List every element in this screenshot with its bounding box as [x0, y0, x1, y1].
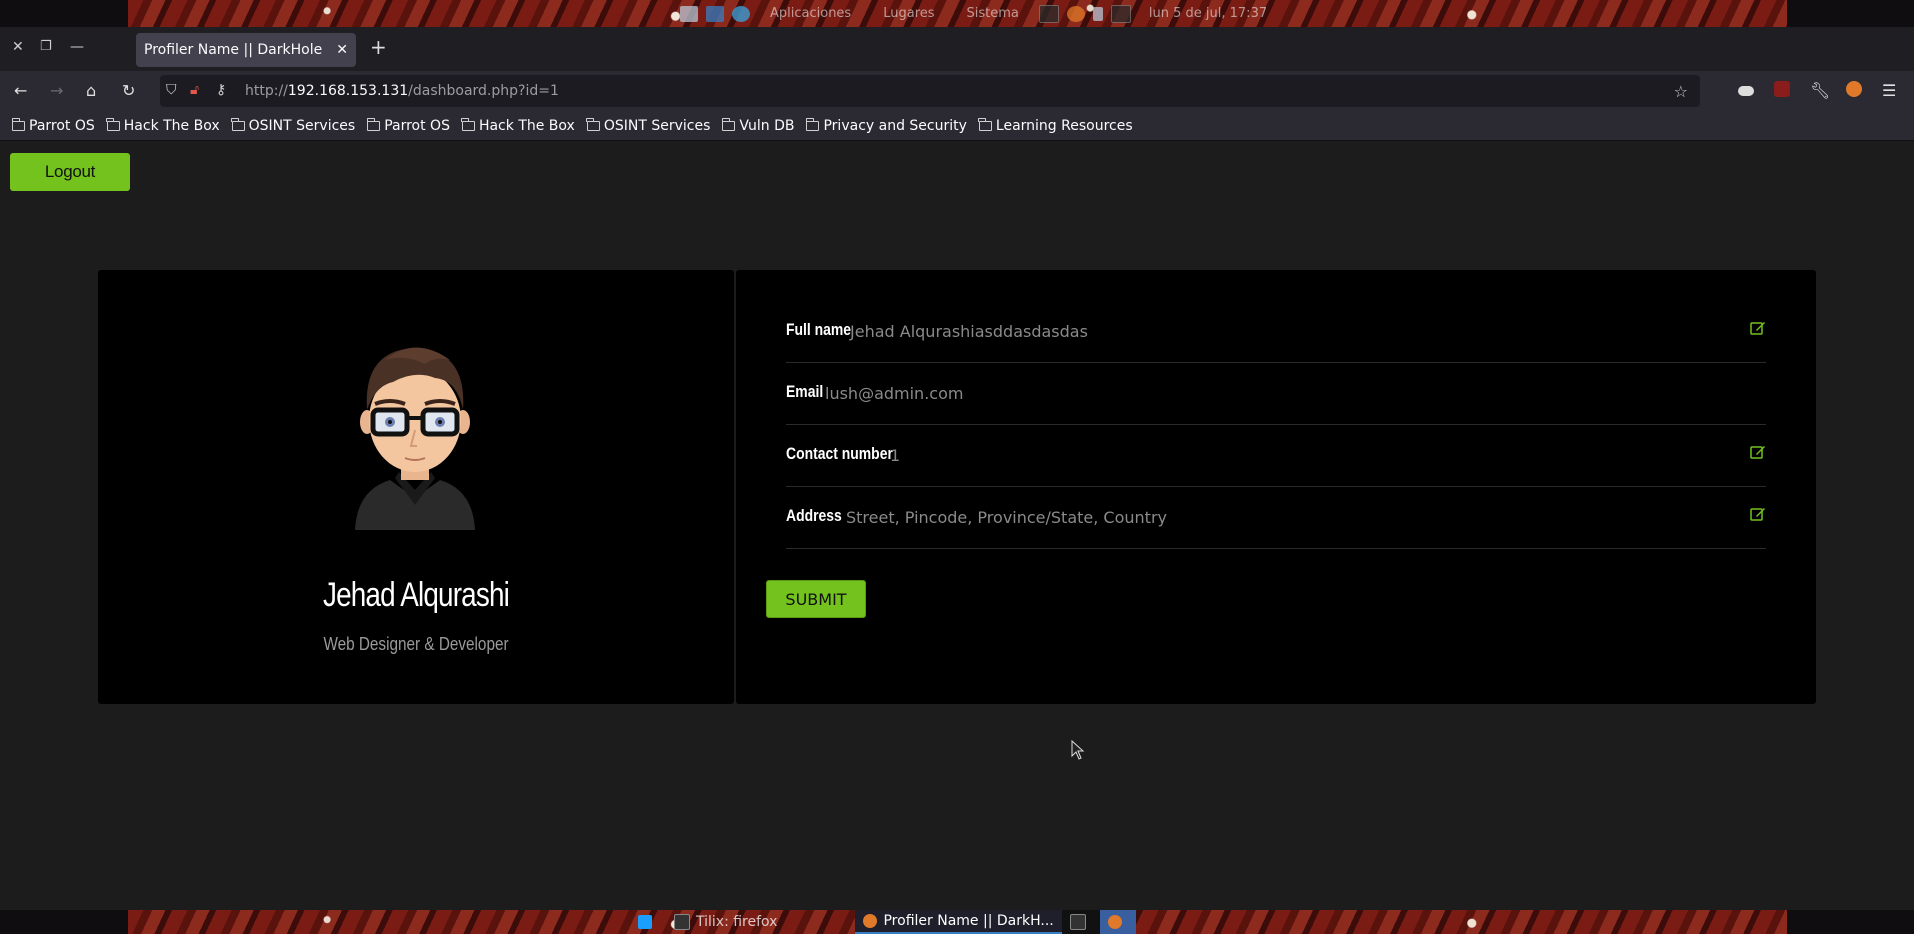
bookmark-star-icon[interactable]: ☆	[1674, 82, 1688, 101]
reload-icon[interactable]: ↻	[122, 81, 135, 100]
taskbar-item-terminal-2[interactable]	[1061, 910, 1100, 934]
bookmark-folder[interactable]: OSINT Services	[586, 117, 710, 134]
url-text[interactable]: http://192.168.153.131/dashboard.php?id=…	[245, 83, 559, 99]
key-icon[interactable]: ⚷	[216, 82, 226, 98]
tab-title: Profiler Name || DarkHole	[144, 42, 323, 58]
new-tab-icon[interactable]: +	[370, 35, 387, 59]
folder-icon	[366, 117, 381, 131]
folder-icon	[461, 117, 475, 131]
bookmark-folder[interactable]: Hack The Box	[461, 117, 575, 134]
bookmark-folder[interactable]: Privacy and Security	[805, 117, 967, 134]
folder-icon	[721, 117, 736, 131]
address-bar[interactable]: ⛉ 🔓︎ ⚷ http://192.168.153.131/dashboard.…	[160, 75, 1700, 107]
menu-places[interactable]: Lugares	[883, 6, 934, 21]
folder-icon	[106, 117, 120, 131]
window-minimize-icon[interactable]: —	[70, 39, 84, 55]
bookmark-folder[interactable]: Parrot OS	[11, 117, 95, 134]
screen-icon[interactable]	[706, 5, 724, 22]
firefox-icon	[1107, 915, 1122, 929]
desktop-edge-right	[1787, 0, 1914, 27]
hamburger-menu-icon[interactable]: ☰	[1882, 81, 1896, 100]
page-viewport: Logout Jehad Alqurashi Web Designer & De…	[0, 142, 1914, 910]
contact-row: Contact number 1	[786, 424, 1766, 487]
bookmark-folder[interactable]: Learning Resources	[978, 117, 1133, 134]
menu-system[interactable]: Sistema	[967, 6, 1019, 21]
menu-applications[interactable]: Aplicaciones	[770, 6, 851, 21]
edit-icon[interactable]	[1750, 320, 1766, 336]
desktop-edge-left	[0, 0, 128, 27]
insecure-lock-icon[interactable]: 🔓︎	[190, 82, 199, 98]
fullname-row: Full name Jehad Alqurashiasddasdasdas	[786, 300, 1766, 363]
email-input[interactable]: lush@admin.com	[825, 384, 963, 403]
taskbar-item-firefox-2[interactable]	[1099, 910, 1136, 934]
show-desktop-button[interactable]	[630, 910, 666, 934]
profile-name: Jehad Alqurashi	[322, 576, 510, 614]
terminal-launcher-icon[interactable]	[1038, 4, 1059, 23]
foxyproxy-icon[interactable]	[1846, 81, 1862, 97]
address-input[interactable]: Street, Pincode, Province/State, Country	[846, 508, 1167, 527]
ublock-icon[interactable]	[1774, 81, 1790, 97]
bookmarks-toolbar: Parrot OS Hack The Box OSINT Services Pa…	[0, 111, 1914, 141]
file-manager-icon[interactable]	[680, 5, 698, 22]
bookmark-folder[interactable]: Parrot OS	[366, 117, 450, 134]
folder-icon	[11, 117, 25, 131]
bookmark-folder[interactable]: Hack The Box	[106, 117, 220, 134]
wrench-icon[interactable]: 🔧︎	[1810, 81, 1830, 100]
desktop-edge-left	[0, 910, 128, 934]
window-restore-icon[interactable]: ❐	[40, 39, 52, 54]
desktop-edge-right	[1787, 910, 1914, 934]
firefox-launcher-icon[interactable]	[1066, 5, 1085, 22]
fullname-input[interactable]: Jehad Alqurashiasddasdasdas	[850, 322, 1088, 341]
window-close-icon[interactable]: ✕	[12, 39, 24, 55]
email-row: Email lush@admin.com	[786, 362, 1766, 425]
tab-close-icon[interactable]: ✕	[336, 42, 348, 58]
profile-role: Web Designer & Developer	[323, 634, 509, 654]
terminal-icon	[674, 914, 690, 930]
taskbar-item-firefox[interactable]: Profiler Name || DarkH...	[855, 910, 1062, 934]
edit-icon[interactable]	[1750, 444, 1766, 460]
parrot-logo-icon[interactable]	[732, 5, 750, 22]
contact-input[interactable]: 1	[890, 446, 900, 465]
browser-nav-bar: ← → ⌂ ↻ ⛉ 🔓︎ ⚷ http://192.168.153.131/da…	[0, 71, 1914, 111]
forward-arrow-icon[interactable]: →	[50, 81, 63, 100]
terminal-icon	[1069, 914, 1086, 930]
submit-button[interactable]: SUBMIT	[766, 580, 866, 618]
desktop-icon	[638, 915, 652, 929]
email-label: Email	[786, 382, 824, 401]
clock[interactable]: lun 5 de jul, 17:37	[1149, 6, 1267, 21]
address-row: Address Street, Pincode, Province/State,…	[786, 486, 1766, 549]
taskbar-item-terminal[interactable]: Tilix: firefox	[666, 910, 785, 934]
profile-form-card: Full name Jehad Alqurashiasddasdasdas Em…	[736, 270, 1816, 704]
notes-icon[interactable]	[1092, 6, 1103, 21]
folder-icon	[805, 117, 820, 131]
taskbar: Tilix: firefox Profiler Name || DarkH...	[630, 910, 1136, 934]
profile-card: Jehad Alqurashi Web Designer & Developer	[98, 270, 734, 704]
address-label: Address	[786, 506, 842, 525]
folder-icon	[586, 117, 600, 131]
private-mask-icon[interactable]	[1738, 86, 1754, 96]
tracking-shield-icon[interactable]: ⛉	[166, 82, 177, 98]
home-icon[interactable]: ⌂	[86, 81, 96, 100]
bookmark-folder[interactable]: OSINT Services	[231, 117, 355, 134]
browser-tab-bar: ✕ ❐ — Profiler Name || DarkHole ✕ +	[0, 27, 1914, 71]
chat-icon[interactable]	[1110, 4, 1131, 23]
contact-label: Contact number	[786, 444, 893, 463]
mouse-cursor-icon	[1071, 740, 1085, 760]
bookmark-folder[interactable]: Vuln DB	[721, 117, 794, 134]
edit-icon[interactable]	[1750, 506, 1766, 522]
browser-tab[interactable]: Profiler Name || DarkHole ✕	[136, 33, 356, 67]
folder-icon	[978, 117, 992, 131]
avatar	[355, 347, 475, 530]
logout-button[interactable]: Logout	[10, 153, 130, 191]
desktop-top-panel: Aplicaciones Lugares Sistema lun 5 de ju…	[680, 0, 1267, 27]
fullname-label: Full name	[786, 320, 852, 339]
folder-icon	[231, 117, 245, 131]
firefox-icon	[863, 914, 878, 928]
back-arrow-icon[interactable]: ←	[14, 81, 27, 100]
